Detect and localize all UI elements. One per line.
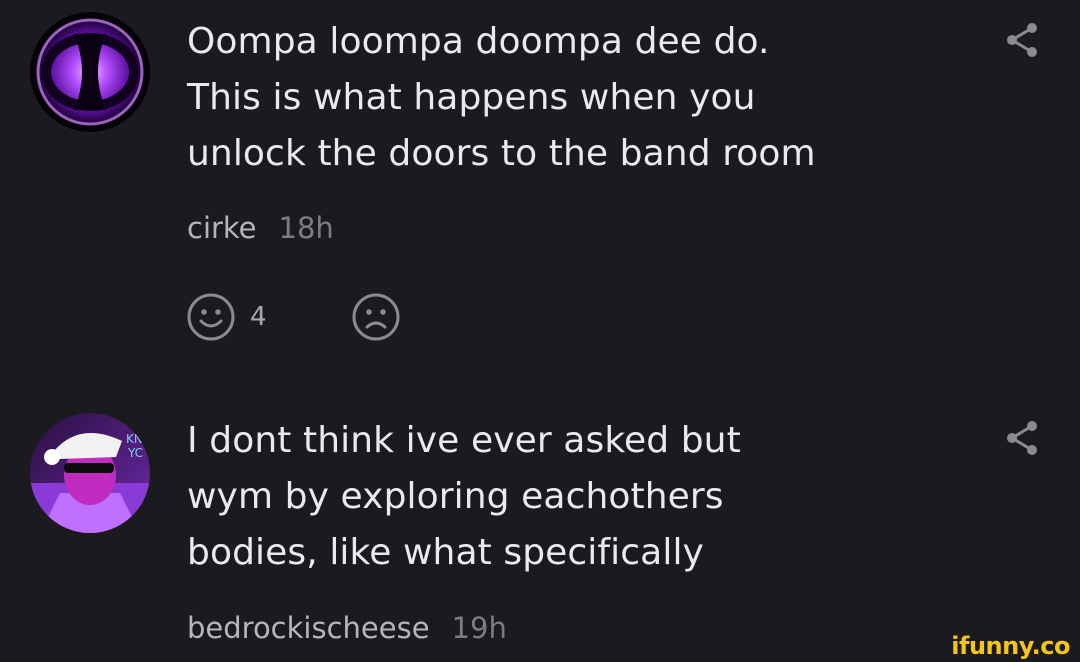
comment-line: wym by exploring eachothers [187,476,724,517]
comment-line: unlock the doors to the band room [187,133,816,174]
avatar-image-purple-portal [30,12,150,132]
avatar[interactable] [30,12,150,132]
smile-react-button[interactable]: 4 [186,292,267,342]
username[interactable]: cirke [187,211,257,245]
timestamp: 19h [451,611,507,645]
comment-text: I dont think ive ever asked but wym by e… [187,413,967,581]
frown-icon [352,293,400,341]
share-button[interactable] [1002,418,1042,458]
share-icon [1007,421,1037,455]
smile-icon [187,293,235,341]
comment-meta: bedrockischeese 19h [187,611,507,645]
ifunny-watermark: ifunny.co [951,632,1070,660]
svg-text:YC: YC [127,446,143,460]
svg-text:KN: KN [126,432,143,446]
smile-count: 4 [250,302,267,332]
share-button[interactable] [1002,20,1042,60]
username[interactable]: bedrockischeese [187,611,430,645]
comment-text: Oompa loompa doompa dee do. This is what… [187,14,967,182]
avatar-image-santa-hat-person: KN YC [30,413,150,533]
comment-line: This is what happens when you [187,77,756,118]
avatar[interactable]: KN YC [30,413,150,533]
frown-react-button[interactable] [351,292,401,342]
comment-meta: cirke 18h [187,211,334,245]
timestamp: 18h [278,211,334,245]
share-icon [1007,23,1037,57]
comment-line: Oompa loompa doompa dee do. [187,21,770,62]
comments-page: Oompa loompa doompa dee do. This is what… [0,0,1080,662]
comment-line: bodies, like what specifically [187,532,704,573]
comment-line: I dont think ive ever asked but [187,420,741,461]
